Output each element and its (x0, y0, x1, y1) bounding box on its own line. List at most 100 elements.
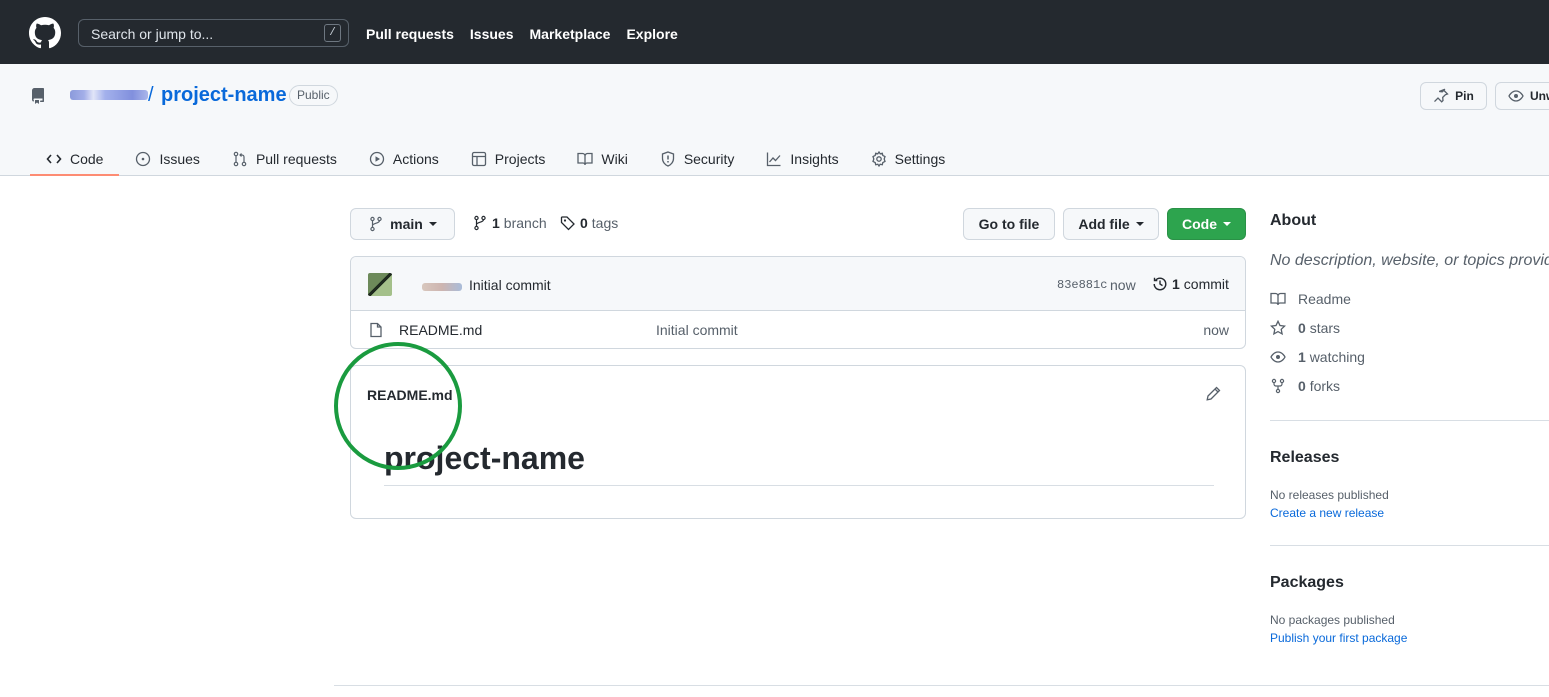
nav-explore[interactable]: Explore (626, 26, 677, 42)
github-logo-icon[interactable] (29, 17, 61, 49)
tab-label: Wiki (601, 151, 628, 167)
tab-label: Security (683, 151, 735, 167)
commits-link[interactable]: 1 commit (1152, 276, 1229, 292)
watching-label: watching (1309, 349, 1365, 365)
repo-name-link[interactable]: project-name (161, 84, 287, 107)
releases-empty-text: No releases published (1270, 488, 1389, 502)
tab-label: Issues (159, 151, 200, 167)
fork-icon (1271, 378, 1285, 394)
tab-projects[interactable]: Projects (455, 142, 562, 176)
file-age: now (1203, 322, 1229, 338)
commit-time: now (1110, 277, 1136, 293)
tags-link[interactable]: 0 tags (560, 215, 618, 231)
stars-label: stars (1309, 320, 1341, 336)
nav-pull-requests[interactable]: Pull requests (366, 26, 454, 42)
search-input[interactable]: Search or jump to... / (78, 19, 349, 47)
book-icon (1270, 292, 1286, 306)
sidebar-divider (1270, 545, 1549, 546)
issue-icon (136, 151, 151, 167)
visibility-badge: Public (289, 85, 338, 106)
search-placeholder: Search or jump to... (91, 26, 214, 42)
global-header: Search or jump to... / Pull requests Iss… (0, 0, 1549, 64)
nav-marketplace[interactable]: Marketplace (530, 26, 611, 42)
watching-count: 1 (1298, 349, 1306, 365)
branches-link[interactable]: 1 branch (472, 215, 547, 231)
stars-count: 0 (1298, 320, 1306, 336)
readme-panel: README.md project-name (350, 365, 1246, 519)
about-description: No description, website, or topics provi… (1270, 252, 1549, 269)
branch-count: 1 (492, 215, 500, 231)
tab-code[interactable]: Code (30, 142, 120, 176)
tab-actions[interactable]: Actions (353, 142, 455, 176)
chevron-down-icon (1223, 222, 1231, 226)
commit-sha-link[interactable]: 83e881c (1057, 278, 1107, 292)
forks-link[interactable]: 0 forks (1270, 378, 1340, 394)
nav-issues[interactable]: Issues (470, 26, 514, 42)
repo-header: / project-name Public Pin Unw Code Issue… (0, 64, 1549, 176)
tab-wiki[interactable]: Wiki (561, 142, 643, 176)
readme-filename-link[interactable]: README.md (367, 387, 453, 403)
chevron-down-icon (1135, 222, 1144, 226)
code-button[interactable]: Code (1167, 208, 1246, 240)
tab-label: Code (70, 151, 104, 167)
readme-heading-divider (384, 485, 1214, 486)
file-list: Initial commit 83e881c now 1 commit READ… (350, 256, 1246, 349)
go-to-file-button[interactable]: Go to file (963, 208, 1055, 240)
tab-settings[interactable]: Settings (855, 142, 962, 176)
stars-link[interactable]: 0 stars (1270, 320, 1340, 336)
file-name-link[interactable]: README.md (399, 322, 482, 338)
unwatch-button[interactable]: Unw (1495, 82, 1549, 110)
file-icon (370, 322, 382, 338)
owner-name-redacted[interactable] (70, 90, 148, 100)
branch-count-label: branch (503, 215, 547, 231)
commit-count: 1 (1172, 276, 1180, 292)
releases-heading-link[interactable]: Releases (1270, 449, 1339, 467)
tab-label: Insights (790, 151, 839, 167)
pin-label: Pin (1455, 89, 1474, 103)
eye-icon (1270, 351, 1286, 363)
readme-heading: project-name (384, 440, 585, 476)
play-icon (369, 151, 385, 167)
commit-author-redacted[interactable] (422, 283, 462, 291)
graph-icon (767, 152, 781, 167)
table-row[interactable]: README.md Initial commit now (351, 311, 1245, 348)
branch-select-button[interactable]: main (350, 208, 455, 240)
branch-name: main (390, 216, 423, 232)
packages-heading-link[interactable]: Packages (1270, 574, 1344, 592)
readme-link[interactable]: Readme (1270, 291, 1351, 307)
commit-count-label: commit (1183, 276, 1229, 292)
tab-label: Projects (494, 151, 546, 167)
pencil-icon[interactable] (1205, 386, 1221, 402)
gear-icon (871, 151, 886, 167)
tab-pull-requests[interactable]: Pull requests (216, 142, 353, 176)
add-file-label: Add file (1078, 216, 1130, 232)
pin-icon (1434, 88, 1449, 103)
create-release-link[interactable]: Create a new release (1270, 506, 1384, 520)
pin-button[interactable]: Pin (1420, 82, 1487, 110)
tab-issues[interactable]: Issues (119, 142, 215, 176)
repo-path-separator: / (148, 84, 154, 106)
repo-tabs: Code Issues Pull requests Actions Projec… (30, 142, 961, 176)
tag-icon (560, 216, 575, 231)
commit-message-link[interactable]: Initial commit (469, 277, 551, 293)
add-file-button[interactable]: Add file (1063, 208, 1159, 240)
book-icon (577, 152, 594, 166)
code-button-label: Code (1182, 216, 1217, 232)
tag-count: 0 (580, 215, 588, 231)
readme-link-label: Readme (1298, 291, 1351, 307)
about-heading: About (1270, 212, 1317, 229)
tab-insights[interactable]: Insights (750, 142, 854, 176)
watchers-link[interactable]: 1 watching (1270, 349, 1365, 365)
tab-security[interactable]: Security (644, 142, 751, 176)
forks-label: forks (1309, 378, 1341, 394)
shield-icon (661, 151, 674, 167)
branch-icon (474, 215, 486, 231)
tab-label: Settings (894, 151, 946, 167)
publish-package-link[interactable]: Publish your first package (1270, 631, 1407, 645)
star-icon (1270, 320, 1286, 336)
latest-commit-bar: Initial commit 83e881c now 1 commit (351, 257, 1245, 311)
sidebar-divider (1270, 420, 1549, 421)
packages-empty-text: No packages published (1270, 613, 1395, 627)
file-commit-link[interactable]: Initial commit (656, 322, 738, 338)
avatar[interactable] (368, 273, 392, 296)
